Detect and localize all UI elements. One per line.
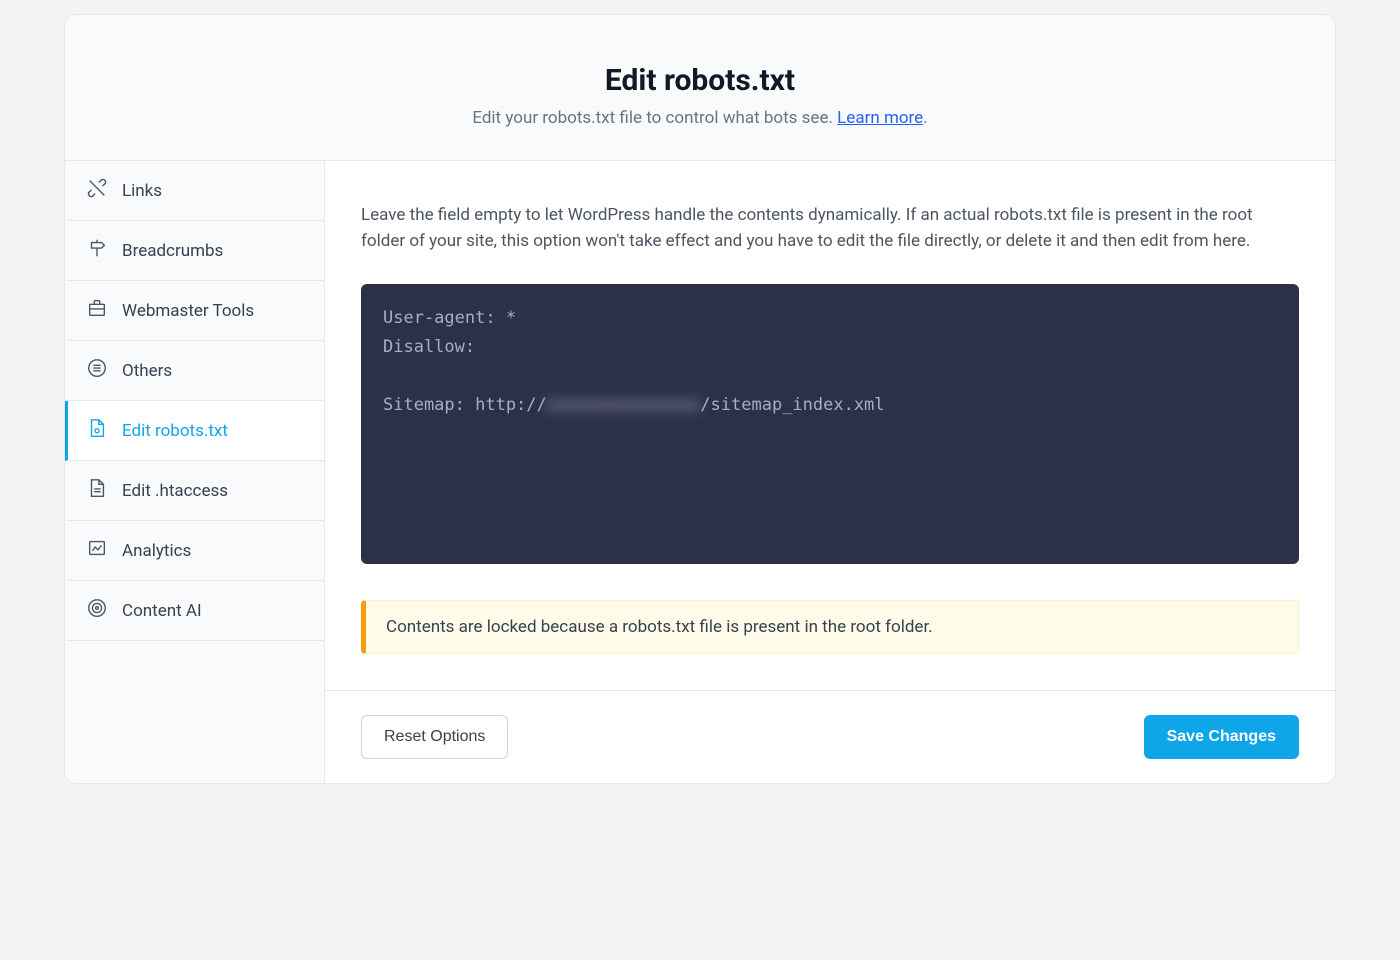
sidebar-item-webmaster-tools[interactable]: Webmaster Tools	[65, 281, 324, 341]
sidebar-item-label: Others	[122, 361, 172, 381]
sidebar-item-analytics[interactable]: Analytics	[65, 521, 324, 581]
briefcase-icon	[86, 297, 108, 324]
action-footer: Reset Options Save Changes	[325, 690, 1335, 783]
sidebar-item-label: Edit robots.txt	[122, 421, 228, 441]
file-text-icon	[86, 477, 108, 504]
save-changes-button[interactable]: Save Changes	[1144, 715, 1299, 759]
sidebar-item-label: Webmaster Tools	[122, 301, 254, 321]
sidebar-item-label: Content AI	[122, 601, 202, 621]
file-gear-icon	[86, 417, 108, 444]
target-icon	[86, 597, 108, 624]
main-panel: Leave the field empty to let WordPress h…	[325, 161, 1335, 783]
page-title: Edit robots.txt	[89, 63, 1311, 98]
page-subtitle: Edit your robots.txt file to control wha…	[89, 108, 1311, 128]
sidebar-item-others[interactable]: Others	[65, 341, 324, 401]
page-header: Edit robots.txt Edit your robots.txt fil…	[65, 15, 1335, 161]
section-description: Leave the field empty to let WordPress h…	[361, 203, 1299, 254]
locked-warning-alert: Contents are locked because a robots.txt…	[361, 600, 1299, 654]
redacted-domain: xxxxxxxxxxxxxxx	[547, 391, 701, 420]
chart-icon	[86, 537, 108, 564]
settings-card: Edit robots.txt Edit your robots.txt fil…	[64, 14, 1336, 784]
sidebar-item-label: Links	[122, 181, 162, 201]
reset-options-button[interactable]: Reset Options	[361, 715, 508, 759]
alert-text: Contents are locked because a robots.txt…	[386, 617, 933, 637]
list-icon	[86, 357, 108, 384]
sidebar-nav: Links Breadcrumbs Webmaster Tools	[65, 161, 325, 783]
sidebar-item-label: Edit .htaccess	[122, 481, 228, 501]
sidebar-item-breadcrumbs[interactable]: Breadcrumbs	[65, 221, 324, 281]
learn-more-link[interactable]: Learn more	[837, 108, 923, 128]
sidebar-item-edit-robots[interactable]: Edit robots.txt	[65, 401, 324, 461]
sidebar-item-content-ai[interactable]: Content AI	[65, 581, 324, 641]
sidebar-item-links[interactable]: Links	[65, 161, 324, 221]
sidebar-item-label: Analytics	[122, 541, 191, 561]
robots-txt-editor[interactable]: User-agent: * Disallow: Sitemap: http://…	[361, 284, 1299, 564]
signpost-icon	[86, 237, 108, 264]
links-icon	[86, 177, 108, 204]
sidebar-item-label: Breadcrumbs	[122, 241, 223, 261]
sidebar-item-edit-htaccess[interactable]: Edit .htaccess	[65, 461, 324, 521]
